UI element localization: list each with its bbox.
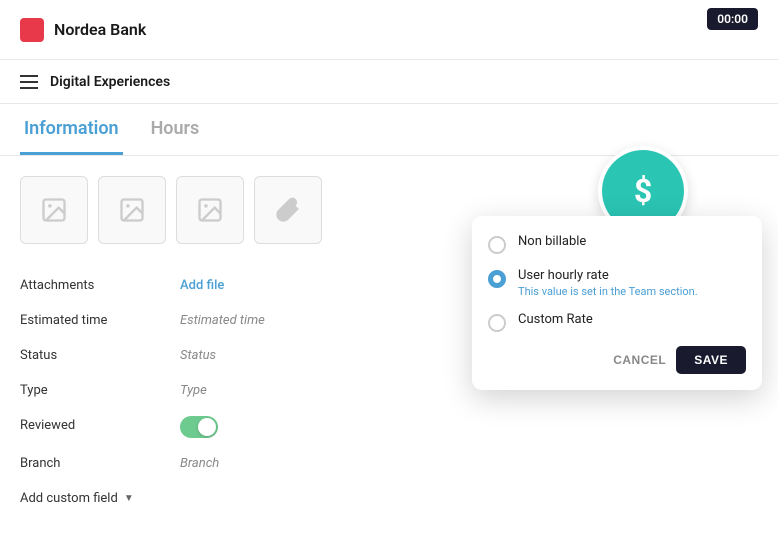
field-label-type: Type [20, 373, 180, 408]
nordea-logo-icon [20, 18, 44, 42]
tabs-container: Information Hours 00:00 [0, 104, 778, 156]
add-custom-field[interactable]: Add custom field ▼ [20, 481, 758, 516]
nav-bar: Digital Experiences [0, 60, 778, 104]
main-content: $ [0, 156, 778, 536]
tab-hours[interactable]: Hours [147, 104, 204, 155]
thumbnail-0[interactable] [20, 176, 88, 244]
option-custom-rate[interactable]: Custom Rate [488, 312, 746, 332]
attachment-icon [274, 196, 302, 224]
image-icon [40, 196, 68, 224]
save-button[interactable]: SAVE [676, 346, 746, 374]
radio-label-custom-rate: Custom Rate [518, 312, 593, 327]
thumbnail-attachment[interactable] [254, 176, 322, 244]
option-user-hourly-rate[interactable]: User hourly rate This value is set in th… [488, 268, 746, 298]
field-label-status: Status [20, 338, 180, 373]
cancel-button[interactable]: CANCEL [613, 346, 666, 374]
radio-label-user-hourly-rate: User hourly rate [518, 268, 698, 283]
hamburger-icon[interactable] [20, 75, 38, 89]
radio-user-hourly-rate [488, 270, 506, 288]
thumbnail-1[interactable] [98, 176, 166, 244]
radio-sublabel-user-hourly-rate: This value is set in the Team section. [518, 285, 698, 298]
billing-popup: Non billable User hourly rate This value… [472, 216, 762, 390]
popup-actions: CANCEL SAVE [488, 346, 746, 374]
tab-information[interactable]: Information [20, 104, 123, 155]
field-label-attachments: Attachments [20, 268, 180, 303]
field-label-branch: Branch [20, 446, 180, 481]
chevron-down-icon: ▼ [124, 493, 134, 504]
image-icon-2 [118, 196, 146, 224]
dollar-icon: $ [634, 175, 652, 207]
toggle-reviewed[interactable] [180, 408, 758, 446]
timer-badge: 00:00 [707, 8, 758, 30]
field-label-reviewed: Reviewed [20, 408, 180, 446]
radio-custom-rate [488, 314, 506, 332]
toggle-knob [198, 418, 216, 436]
header: Nordea Bank [0, 0, 778, 60]
field-label-estimated-time: Estimated time [20, 303, 180, 338]
option-non-billable[interactable]: Non billable [488, 234, 746, 254]
field-value-branch[interactable]: Branch [180, 446, 758, 481]
nav-title: Digital Experiences [50, 74, 170, 90]
image-icon-3 [196, 196, 224, 224]
radio-label-non-billable: Non billable [518, 234, 586, 249]
thumbnail-2[interactable] [176, 176, 244, 244]
radio-non-billable [488, 236, 506, 254]
app-title: Nordea Bank [54, 20, 146, 39]
